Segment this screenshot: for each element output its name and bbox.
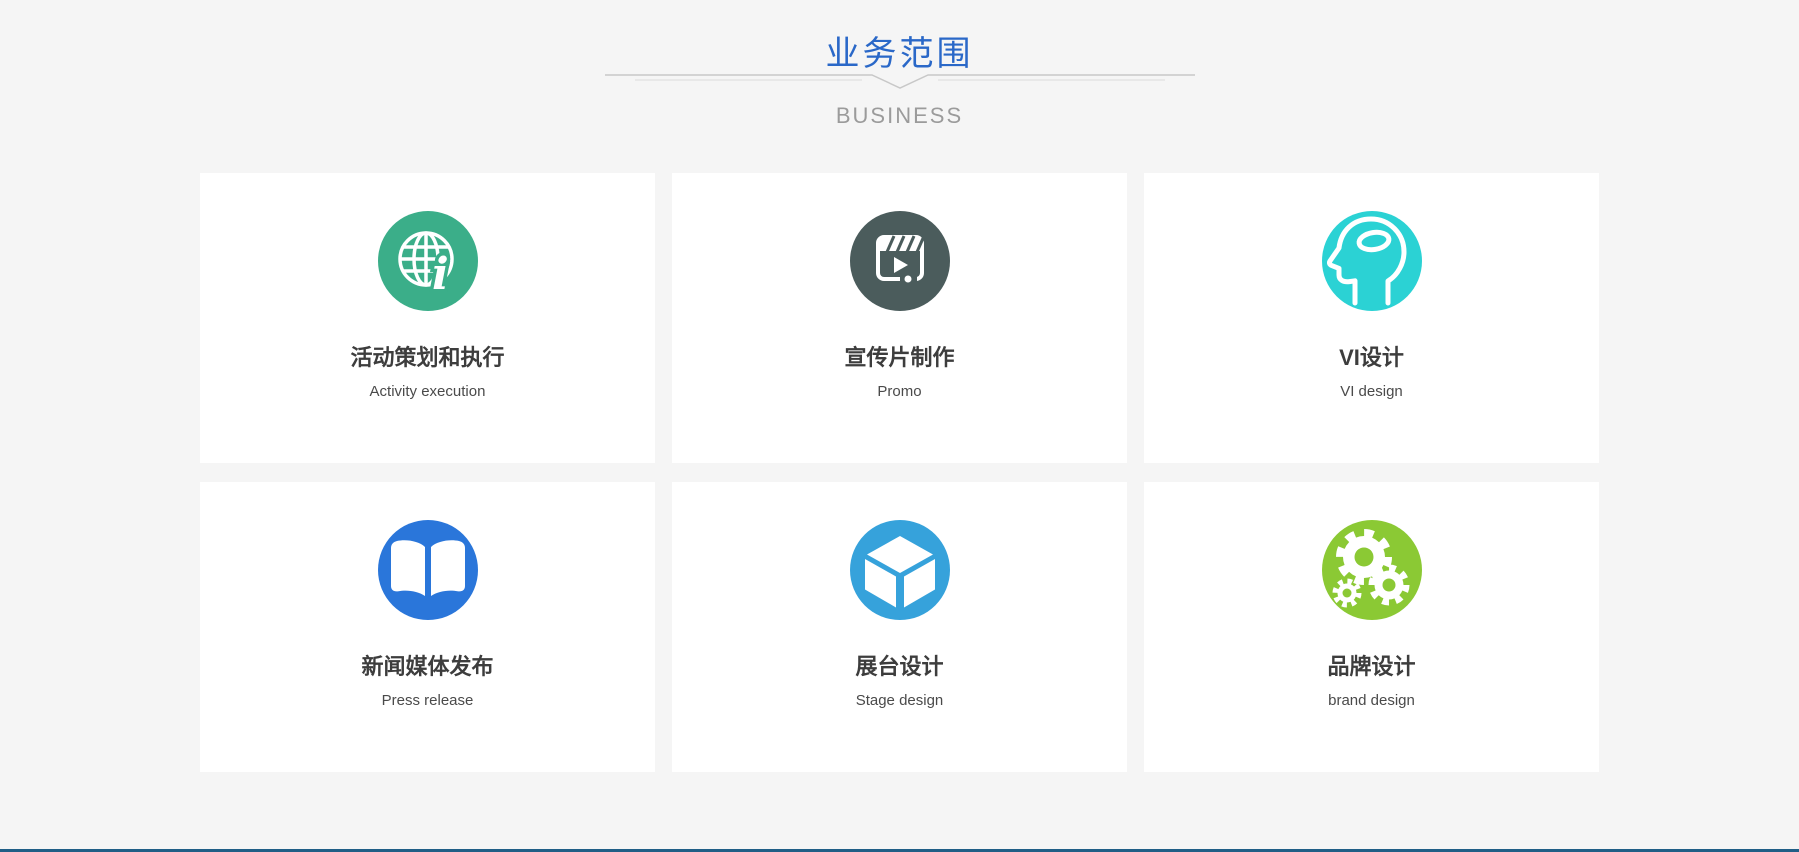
card-activity-execution[interactable]: i 活动策划和执行 Activity execution (200, 173, 655, 463)
card-brand-design[interactable]: 品牌设计 brand design (1144, 482, 1599, 772)
card-title: 宣传片制作 (672, 341, 1127, 375)
card-title: 活动策划和执行 (200, 341, 655, 375)
card-title: 新闻媒体发布 (200, 650, 655, 684)
card-subtitle: Press release (200, 690, 655, 712)
card-vi-design[interactable]: VI设计 VI design (1144, 173, 1599, 463)
card-subtitle: Promo (672, 381, 1127, 403)
card-subtitle: VI design (1144, 381, 1599, 403)
open-book-icon (378, 520, 478, 620)
cube-icon (850, 520, 950, 620)
card-subtitle: brand design (1144, 690, 1599, 712)
section-subtitle: BUSINESS (0, 103, 1799, 129)
clapperboard-play-icon (850, 211, 950, 311)
card-subtitle: Stage design (672, 690, 1127, 712)
card-stage-design[interactable]: 展台设计 Stage design (672, 482, 1127, 772)
card-press-release[interactable]: 新闻媒体发布 Press release (200, 482, 655, 772)
globe-info-icon: i (378, 211, 478, 311)
card-subtitle: Activity execution (200, 381, 655, 403)
section-title: 业务范围 (0, 26, 1799, 75)
card-title: VI设计 (1144, 341, 1599, 375)
card-title: 品牌设计 (1144, 650, 1599, 684)
card-title: 展台设计 (672, 650, 1127, 684)
svg-text:i: i (432, 249, 449, 300)
head-profile-icon (1322, 211, 1422, 311)
title-divider-chevron (600, 72, 1200, 94)
gears-icon (1322, 520, 1422, 620)
card-promo[interactable]: 宣传片制作 Promo (672, 173, 1127, 463)
business-cards-grid: i 活动策划和执行 Activity execution (200, 173, 1599, 772)
